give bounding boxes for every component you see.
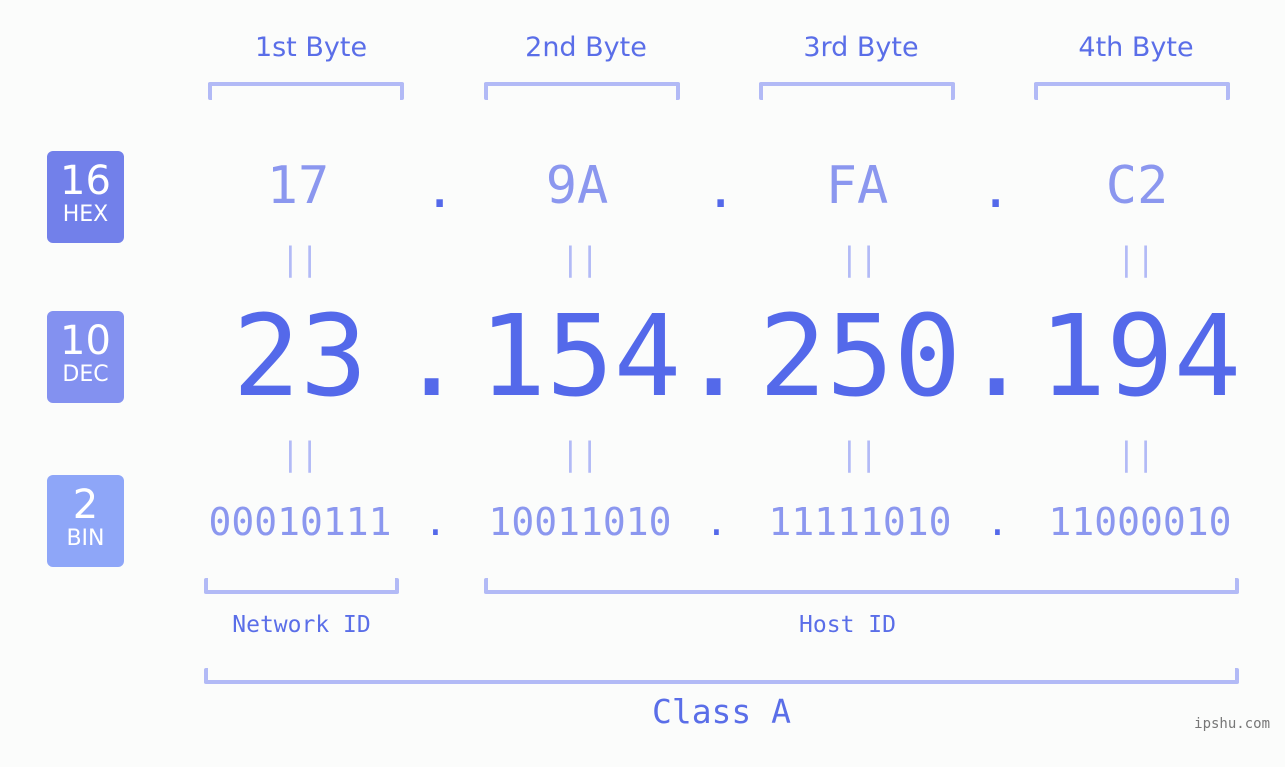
byte-header-3: 3rd Byte [803, 32, 919, 63]
dec-badge: 10 DEC [47, 311, 124, 403]
hex-badge-label: HEX [62, 202, 109, 227]
equals-icon: || [280, 240, 320, 278]
bin-badge-number: 2 [72, 482, 99, 528]
equals-icon: || [839, 435, 879, 473]
bin-separator-1: . [424, 500, 447, 544]
equals-icon: || [560, 435, 600, 473]
hex-byte-1: 17 [266, 156, 330, 216]
byte-header-4: 4th Byte [1078, 32, 1194, 63]
bin-byte-4: 11000010 [1048, 500, 1232, 544]
dec-separator-1: . [398, 292, 466, 422]
hex-byte-2: 9A [545, 156, 609, 216]
dec-byte-3: 250 [758, 292, 962, 422]
hex-separator-2: . [705, 160, 737, 220]
class-bracket [204, 668, 1239, 684]
equals-icon: || [1116, 435, 1156, 473]
watermark: ipshu.com [1194, 716, 1270, 732]
network-id-label: Network ID [232, 612, 371, 638]
bin-separator-3: . [986, 500, 1009, 544]
bin-badge-label: BIN [66, 526, 105, 551]
dec-byte-4: 194 [1038, 292, 1242, 422]
hex-byte-4: C2 [1105, 156, 1169, 216]
host-id-label: Host ID [799, 612, 896, 638]
byte-bracket-4 [1034, 82, 1230, 100]
host-id-bracket [484, 578, 1239, 594]
byte-bracket-2 [484, 82, 680, 100]
class-label: Class A [651, 692, 792, 731]
dec-badge-number: 10 [60, 318, 111, 364]
dec-separator-2: . [680, 292, 748, 422]
equals-icon: || [839, 240, 879, 278]
bin-badge: 2 BIN [47, 475, 124, 567]
dec-separator-3: . [963, 292, 1031, 422]
equals-icon: || [560, 240, 600, 278]
dec-badge-label: DEC [62, 362, 109, 387]
byte-bracket-3 [759, 82, 955, 100]
hex-badge-number: 16 [60, 158, 111, 204]
hex-byte-3: FA [825, 156, 889, 216]
bin-byte-3: 11111010 [768, 500, 952, 544]
bin-separator-2: . [705, 500, 728, 544]
dec-byte-1: 23 [232, 292, 368, 422]
byte-header-2: 2nd Byte [525, 32, 647, 63]
byte-header-1: 1st Byte [254, 32, 368, 63]
equals-icon: || [1116, 240, 1156, 278]
dec-byte-2: 154 [478, 292, 682, 422]
hex-separator-3: . [980, 160, 1012, 220]
equals-icon: || [280, 435, 320, 473]
network-id-bracket [204, 578, 399, 594]
bin-byte-1: 00010111 [208, 500, 392, 544]
hex-separator-1: . [424, 160, 456, 220]
hex-badge: 16 HEX [47, 151, 124, 243]
byte-bracket-1 [208, 82, 404, 100]
bin-byte-2: 10011010 [488, 500, 672, 544]
